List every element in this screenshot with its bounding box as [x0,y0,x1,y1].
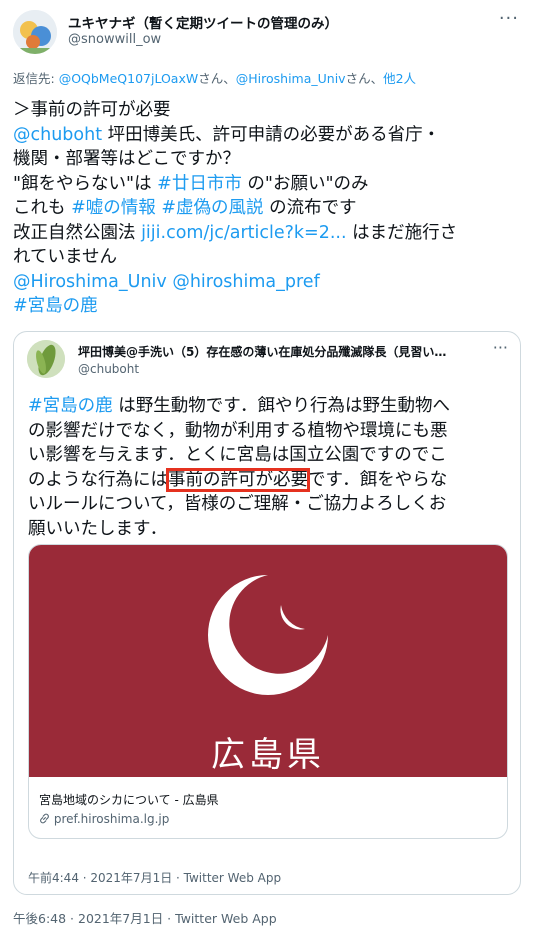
text-span: 改正自然公園法 [13,222,142,243]
text-line: #宮島の鹿 [13,294,523,319]
hashtag-link[interactable]: #廿日市市 [157,174,242,194]
user-handle[interactable]: @snowwill_ow [68,32,161,47]
text-line: い影響を与えます．とくに宮島は国立公園ですのでこ [28,445,447,465]
text-span: これも [13,198,72,218]
mention-link[interactable]: @hiroshima_pref [172,272,319,292]
text-line: ＞事前の許可が必要 [13,100,171,120]
text-line: @Hiroshima_Univ @hiroshima_pref [13,270,523,295]
display-name[interactable]: ユキヤナギ（暫く定期ツイートの管理のみ） [68,12,338,32]
text-line: の影響だけでなく，動物が利用する植物や環境にも悪 [28,420,448,441]
card-image: 広島県 [29,545,507,777]
quoted-timestamp[interactable]: 午前4:44 · 2021年7月1日 · Twitter Web App [28,869,281,886]
tweet: ユキヤナギ（暫く定期ツイートの管理のみ） @snowwill_ow ··· 返信… [0,0,535,936]
card-link-text: pref.hiroshima.lg.jp [53,812,170,826]
text-line: #宮島の鹿 は野生動物です．餌やり行為は野生動物へ [28,394,508,419]
reply-prefix: 返信先: [13,71,59,86]
text-span: はまだ施行さ [346,222,458,243]
text-line: のような行為には事前の許可が必要です．餌をやらな [28,467,508,493]
text-line: いルールについて，皆様のご理解・ご協力よろしくお [28,494,447,514]
text-line: 改正自然公園法 jiji.com/jc/article?k=2... はまだ施行… [13,221,523,246]
reply-user-link[interactable]: @Hiroshima_Univ [236,71,346,86]
hashtag-link[interactable]: #虚偽の風説 [161,198,263,218]
text-span: のような行為には [28,469,168,490]
article-link[interactable]: jiji.com/jc/article?k=2... [141,223,346,243]
more-dots-icon[interactable]: ··· [493,338,508,357]
text-span: "餌をやらない"は [13,173,158,194]
link-card[interactable]: 広島県 宮島地域のシカについて - 広島県 pref.hiroshima.lg.… [28,544,508,839]
text-line: れていません [13,247,117,267]
text-line: 機関・部署等はどこですか？ [13,149,240,169]
more-dots-icon[interactable]: ··· [499,8,519,29]
highlight-box: 事前の許可が必要 [166,467,310,492]
text-span: の"お願い"のみ [241,173,369,194]
reply-others-link[interactable]: 他2人 [383,71,416,86]
text-line: これも #嘘の情報 #虚偽の風説 の流布です [13,196,523,221]
mention-link[interactable]: @Hiroshima_Univ [13,272,167,292]
mention-link[interactable]: @chuboht [13,125,102,145]
tweet-text: ＞事前の許可が必要 @chuboht 坪田博美氏、許可申請の必要がある省庁・ 機… [13,98,523,319]
reply-separator: さん、 [345,71,384,86]
text-line: @chuboht 坪田博美氏、許可申請の必要がある省庁・ [13,123,523,148]
hashtag-link[interactable]: #嘘の情報 [71,198,156,218]
quoted-tweet[interactable]: 坪田博美@手洗い（5）存在感の薄い在庫処分品殲滅隊長（見習い… @chuboht… [13,331,521,895]
avatar[interactable] [13,10,57,54]
card-image-text: 広島県 [211,735,325,775]
tweet-timestamp[interactable]: 午後6:48 · 2021年7月1日 · Twitter Web App [13,908,277,927]
text-span: の流布です [263,198,357,218]
text-line: "餌をやらない"は #廿日市市 の"お願い"のみ [13,172,523,197]
quoted-user-handle[interactable]: @chuboht [78,362,139,376]
quoted-text: #宮島の鹿 は野生動物です．餌やり行為は野生動物へ の影響だけでなく，動物が利用… [28,394,508,541]
text-span: は野生動物です．餌やり行為は野生動物へ [112,396,451,416]
card-link[interactable]: pref.hiroshima.lg.jp [39,812,169,826]
text-span: 坪田博美氏、許可申請の必要がある省庁・ [102,124,441,145]
text-line: 願いいたします． [28,518,168,539]
reply-separator: さん、 [198,71,236,86]
link-icon [39,812,54,826]
hashtag-link[interactable]: #宮島の鹿 [28,396,113,416]
reply-user-link[interactable]: @OQbMeQ107jLOaxW [59,71,199,86]
card-title[interactable]: 宮島地域のシカについて - 広島県 [39,791,219,808]
reply-to-line: 返信先: @OQbMeQ107jLOaxWさん、@Hiroshima_Univさ… [13,68,416,87]
quoted-avatar[interactable] [27,340,65,378]
quoted-display-name[interactable]: 坪田博美@手洗い（5）存在感の薄い在庫処分品殲滅隊長（見習い… [78,343,478,360]
text-span: です．餌をやらな [308,469,448,490]
hashtag-link[interactable]: #宮島の鹿 [13,296,98,316]
